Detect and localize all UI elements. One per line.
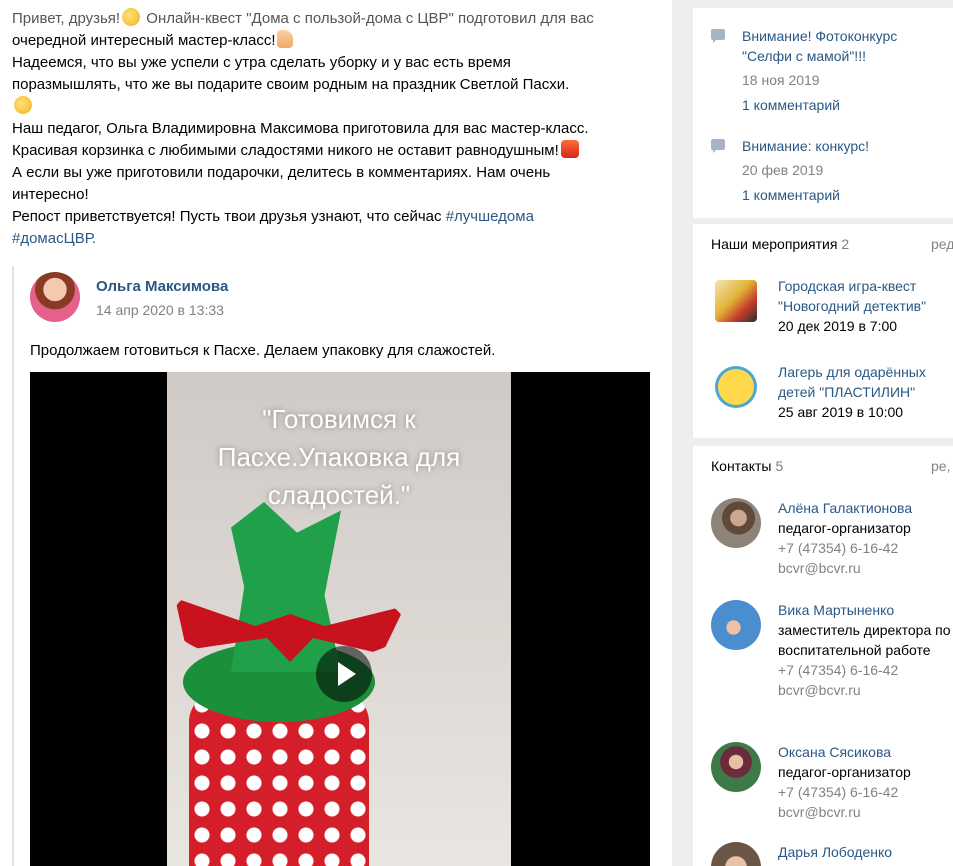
contact-email[interactable]: bcvr@bcvr.ru: [778, 802, 953, 822]
post-line: поразмышлять, что же вы подарите своим р…: [12, 76, 570, 93]
repost-block: Ольга Максимова 14 апр 2020 в 13:33 Прод…: [12, 266, 672, 866]
contact-role: педагог-организатор: [778, 764, 911, 780]
play-icon[interactable]: [316, 646, 372, 702]
post-line-text: очередной интересный мастер-класс!: [12, 32, 276, 49]
contact-avatar[interactable]: [711, 600, 761, 650]
contact-name-link[interactable]: Алёна Галактионова: [778, 498, 953, 518]
video-player[interactable]: "Готовимся к Пасхе.Упаковка для сладосте…: [30, 372, 650, 866]
grinning-emoji-icon: [122, 8, 141, 26]
comment-bubble-icon: [711, 139, 725, 153]
event-body: Городская игра-квест "Новогодний детекти…: [778, 276, 953, 336]
event-title[interactable]: Лагерь для одарённых детей "ПЛАСТИЛИН": [778, 362, 953, 402]
post-line: Привет, друзья! Онлайн-квест "Дома с пол…: [12, 8, 662, 30]
contacts-header-title: Контакты: [711, 458, 772, 474]
events-count: 2: [841, 236, 850, 252]
post-line: очередной интересный мастер-класс!: [12, 30, 662, 52]
contact-body: Вика Мартыненко заместитель директора по…: [778, 600, 953, 700]
contact-phone: +7 (47354) 6-16-42: [778, 662, 899, 678]
contact-name-link[interactable]: Вика Мартыненко: [778, 600, 953, 620]
contact-avatar[interactable]: [711, 842, 761, 866]
topic-comments-link[interactable]: 1 комментарий: [742, 95, 942, 115]
wall-post: Привет, друзья! Онлайн-квест "Дома с пол…: [0, 0, 672, 866]
event-date: 25 авг 2019 в 10:00: [778, 404, 904, 420]
event-thumbnail[interactable]: [715, 366, 757, 408]
topic-title[interactable]: Внимание! Фотоконкурс "Селфи с мамой"!!!: [742, 26, 942, 66]
contact-avatar[interactable]: [711, 498, 761, 548]
event-thumbnail[interactable]: [715, 280, 757, 322]
gift-basket-emoji-icon: [560, 140, 579, 158]
post-line-text: Красивая корзинка с любимыми сладостями …: [12, 142, 559, 159]
post-line: Красивая корзинка с любимыми сладостями …: [12, 140, 662, 162]
smile-emoji-icon: [14, 96, 32, 114]
video-thumbnail[interactable]: "Готовимся к Пасхе.Упаковка для сладосте…: [167, 372, 511, 866]
post-line: А если вы уже приготовили подарочки, дел…: [12, 164, 551, 181]
contact-email[interactable]: bcvr@bcvr.ru: [778, 680, 953, 700]
event-body: Лагерь для одарённых детей "ПЛАСТИЛИН" 2…: [778, 362, 953, 422]
comment-bubble-icon: [711, 29, 725, 43]
contacts-edit-link[interactable]: ре,: [931, 458, 950, 474]
video-overlay-title: "Готовимся к Пасхе.Упаковка для сладосте…: [167, 400, 511, 514]
author-name-link[interactable]: Ольга Максимова: [96, 278, 228, 295]
post-line-text: Привет, друзья!: [12, 10, 121, 27]
post-line: Надеемся, что вы уже успели с утра сдела…: [12, 54, 511, 71]
thumbs-up-emoji-icon: [277, 30, 294, 48]
video-title-line: сладостей.": [267, 480, 411, 510]
contact-phone: +7 (47354) 6-16-42: [778, 784, 899, 800]
hashtag-link[interactable]: #лучшедома: [446, 208, 534, 225]
video-title-line: "Готовимся к: [262, 404, 416, 434]
video-title-line: Пасхе.Упаковка для: [217, 442, 461, 472]
topic-date: 18 ноя 2019: [742, 72, 820, 88]
post-line: интересно!: [12, 186, 89, 203]
topic-comments-link[interactable]: 1 комментарий: [742, 185, 942, 205]
events-block: Наши мероприятия 2 ред Городская игра-кве…: [693, 224, 953, 438]
contacts-block: Контакты 5 ре, Алёна Галактионова педагог…: [693, 446, 953, 866]
topic-body: Внимание: конкурс! 20 фев 2019 1 коммент…: [742, 136, 942, 205]
contacts-count: 5: [775, 458, 784, 474]
contact-body: Оксана Сясикова педагог-организатор +7 (…: [778, 742, 953, 822]
contact-role: заместитель директора по воспитательной …: [778, 622, 951, 658]
contact-avatar[interactable]: [711, 742, 761, 792]
event-date: 20 дек 2019 в 7:00: [778, 318, 898, 334]
post-line: #домасЦВР.: [12, 228, 662, 250]
topic-title[interactable]: Внимание: конкурс!: [742, 136, 942, 156]
events-header[interactable]: Наши мероприятия 2: [711, 236, 849, 252]
post-date[interactable]: 14 апр 2020 в 13:33: [96, 302, 224, 318]
contact-name-link[interactable]: Дарья Лободенко: [778, 842, 953, 862]
contact-email[interactable]: bcvr@bcvr.ru: [778, 558, 953, 578]
topic-body: Внимание! Фотоконкурс "Селфи с мамой"!!!…: [742, 26, 942, 115]
author-avatar[interactable]: [30, 272, 80, 322]
hashtag-link[interactable]: #домасЦВР.: [12, 230, 96, 247]
discussions-block: Внимание! Фотоконкурс "Селфи с мамой"!!!…: [693, 8, 953, 218]
post-text: Привет, друзья! Онлайн-квест "Дома с пол…: [12, 8, 662, 250]
event-title[interactable]: Городская игра-квест "Новогодний детекти…: [778, 276, 953, 316]
post-line: Наш педагог, Ольга Владимировна Максимов…: [12, 120, 589, 137]
contact-body: Алёна Галактионова педагог-организатор +…: [778, 498, 953, 578]
contact-phone: +7 (47354) 6-16-42: [778, 540, 899, 556]
contact-name-link[interactable]: Оксана Сясикова: [778, 742, 953, 762]
repost-text: Продолжаем готовиться к Пасхе. Делаем уп…: [30, 342, 496, 359]
post-line: Репост приветствуется! Пусть твои друзья…: [12, 206, 662, 228]
events-edit-link[interactable]: ред: [931, 236, 953, 252]
right-sidebar: Внимание! Фотоконкурс "Селфи с мамой"!!!…: [693, 0, 953, 866]
events-header-title: Наши мероприятия: [711, 236, 838, 252]
contacts-header[interactable]: Контакты 5: [711, 458, 783, 474]
post-line: [12, 96, 662, 118]
contact-role: педагог-организатор: [778, 520, 911, 536]
topic-date: 20 фев 2019: [742, 162, 824, 178]
post-line-text: Репост приветствуется! Пусть твои друзья…: [12, 208, 446, 225]
contact-body: Дарья Лободенко: [778, 842, 953, 862]
post-line-text: Онлайн-квест "Дома с пользой-дома с ЦВР"…: [142, 10, 594, 27]
